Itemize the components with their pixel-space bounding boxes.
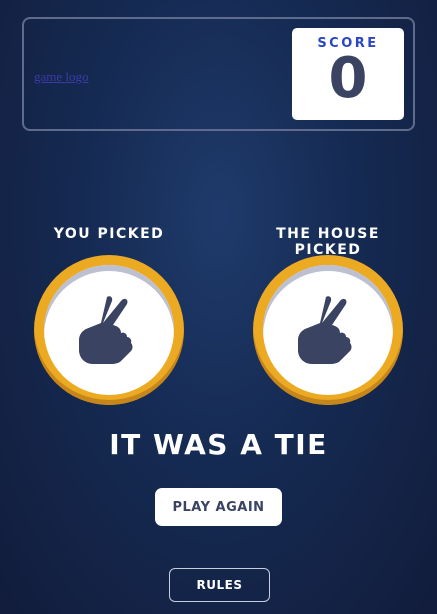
score-box: SCORE 0 — [292, 28, 404, 120]
scissors-hand-icon — [298, 296, 352, 364]
result-text: IT WAS A TIE — [109, 428, 328, 461]
you-picked-label: YOU PICKED — [53, 226, 165, 242]
game-header: game logo SCORE 0 — [22, 17, 415, 131]
player-choice-token — [34, 255, 184, 405]
rules-button[interactable]: RULES — [169, 568, 270, 602]
house-picked-label: THE HOUSE PICKED — [276, 226, 380, 258]
house-choice-inner — [263, 265, 393, 395]
play-again-button[interactable]: PLAY AGAIN — [155, 488, 282, 526]
scissors-hand-icon — [79, 296, 133, 364]
game-logo[interactable]: game logo — [34, 69, 89, 85]
house-choice-token — [253, 255, 403, 405]
player-choice-inner — [44, 265, 174, 395]
score-value: 0 — [328, 46, 368, 111]
